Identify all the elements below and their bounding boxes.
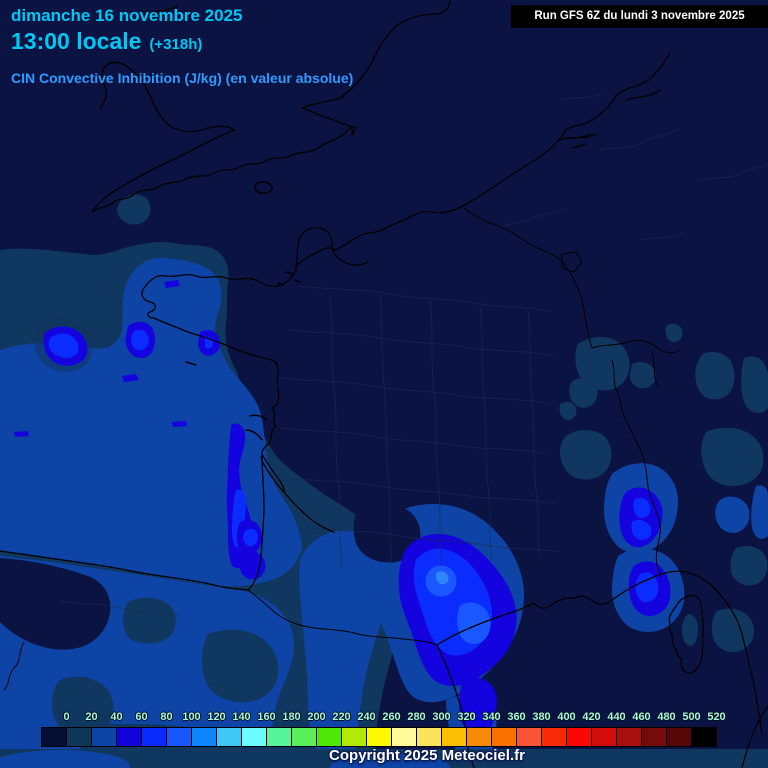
- forecast-hour-offset: (+318h): [149, 36, 203, 53]
- legend-tick-label: 320: [457, 711, 476, 723]
- legend-tick-label: 80: [160, 711, 173, 723]
- legend-tick-label: 160: [257, 711, 276, 723]
- legend-cell: [517, 728, 541, 746]
- legend-cell: [267, 728, 291, 746]
- legend-cell: [242, 728, 266, 746]
- legend-tick-label: 400: [557, 711, 576, 723]
- legend-cell: [692, 728, 716, 746]
- legend-cell: [542, 728, 566, 746]
- legend-cell: [492, 728, 516, 746]
- legend-cell: [467, 728, 491, 746]
- forecast-local-time: 13:00 locale: [11, 28, 142, 54]
- forecast-time: 13:00 locale (+318h): [11, 28, 202, 55]
- legend-cell: [217, 728, 241, 746]
- legend-cell: [417, 728, 441, 746]
- legend-ticks: 0 20 40 60 80 100 120 140 160 180 200 220 240 260 280 3…: [41, 710, 725, 725]
- legend-tick-label: 480: [657, 711, 676, 723]
- legend-tick-label: 440: [607, 711, 626, 723]
- legend-tick-label: 280: [407, 711, 426, 723]
- legend-tick-label: 380: [532, 711, 551, 723]
- parameter-title: CIN Convective Inhibition (J/kg) (en val…: [11, 70, 354, 86]
- cin-weather-map: [0, 0, 768, 768]
- legend-cell: [642, 728, 666, 746]
- legend-cell: [167, 728, 191, 746]
- legend-tick-label: 360: [507, 711, 526, 723]
- legend-tick-label: 420: [582, 711, 601, 723]
- legend-cell: [42, 728, 66, 746]
- color-scale-legend: 0 20 40 60 80 100 120 140 160 180 200 220 240 260 280 3…: [41, 710, 726, 748]
- legend-cell: [567, 728, 591, 746]
- legend-tick-label: 300: [432, 711, 451, 723]
- legend-tick-label: 460: [632, 711, 651, 723]
- legend-tick-label: 220: [332, 711, 351, 723]
- weather-map-page: dimanche 16 novembre 2025 13:00 locale (+…: [0, 0, 768, 768]
- legend-tick-label: 100: [182, 711, 201, 723]
- legend-cell: [617, 728, 641, 746]
- legend-cell: [67, 728, 91, 746]
- legend-tick-label: 500: [682, 711, 701, 723]
- legend-bar: [41, 727, 717, 747]
- legend-cell: [142, 728, 166, 746]
- legend-cell: [592, 728, 616, 746]
- legend-tick-label: 20: [85, 711, 98, 723]
- legend-cell: [392, 728, 416, 746]
- legend-tick-label: 240: [357, 711, 376, 723]
- legend-tick-label: 260: [382, 711, 401, 723]
- legend-tick-label: 340: [482, 711, 501, 723]
- model-run-info: Run GFS 6Z du lundi 3 novembre 2025: [511, 5, 768, 28]
- legend-tick-label: 140: [232, 711, 251, 723]
- legend-cell: [317, 728, 341, 746]
- legend-cell: [442, 728, 466, 746]
- legend-tick-label: 60: [135, 711, 148, 723]
- legend-tick-label: 520: [707, 711, 726, 723]
- legend-tick-label: 40: [110, 711, 123, 723]
- legend-cell: [367, 728, 391, 746]
- legend-tick-label: 0: [63, 711, 70, 723]
- legend-cell: [292, 728, 316, 746]
- legend-tick-label: 120: [207, 711, 226, 723]
- legend-tick-label: 180: [282, 711, 301, 723]
- legend-cell: [342, 728, 366, 746]
- legend-cell: [192, 728, 216, 746]
- legend-cell: [117, 728, 141, 746]
- legend-tick-label: 200: [307, 711, 326, 723]
- copyright-text: Copyright 2025 Meteociel.fr: [329, 747, 525, 764]
- legend-cell: [92, 728, 116, 746]
- legend-cell: [667, 728, 691, 746]
- forecast-date: dimanche 16 novembre 2025: [11, 6, 243, 25]
